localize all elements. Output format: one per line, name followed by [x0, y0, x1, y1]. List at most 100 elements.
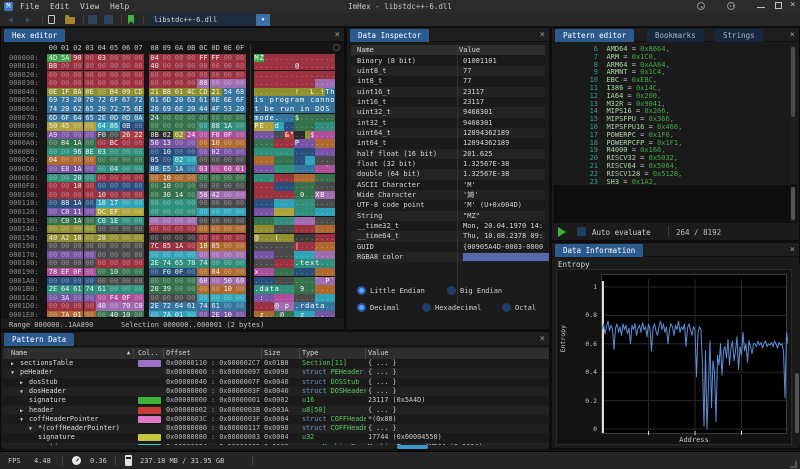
code-line[interactable]: 8 ARM64 = 0xAA64,	[554, 62, 797, 70]
hex-byte[interactable]: 00	[234, 199, 246, 207]
hex-byte[interactable]: 00	[84, 131, 96, 139]
hex-byte[interactable]: 75	[120, 105, 132, 113]
hex-byte[interactable]: 00	[120, 268, 132, 276]
inspector-row[interactable]: __time64_tThu, 10.08.2378 09:16	[351, 231, 545, 241]
hex-byte[interactable]: 00	[222, 217, 234, 225]
hex-byte[interactable]: 00	[149, 79, 161, 87]
hex-byte[interactable]: 00	[234, 122, 246, 130]
hex-byte[interactable]: 00	[173, 148, 185, 156]
hex-byte[interactable]: 00	[210, 165, 222, 173]
hex-byte[interactable]: 00	[96, 156, 108, 164]
data-info-scrollbar[interactable]	[794, 263, 800, 446]
hex-byte[interactable]: 00	[222, 225, 234, 233]
hex-byte[interactable]: E8	[59, 165, 71, 173]
hex-byte[interactable]: 20	[149, 285, 161, 293]
hex-byte[interactable]: 20	[149, 105, 161, 113]
hex-byte[interactable]: 69	[161, 105, 173, 113]
hex-byte[interactable]: 00	[59, 225, 71, 233]
hex-byte[interactable]: 00	[210, 62, 222, 70]
hex-byte[interactable]: 00	[47, 165, 59, 173]
inspector-row[interactable]: float (32 bit)1.32567E-38	[351, 159, 545, 169]
column-divider[interactable]	[457, 45, 458, 303]
hex-byte[interactable]: 4F	[210, 105, 222, 113]
hex-byte[interactable]: 00	[96, 165, 108, 173]
hex-byte[interactable]: 0F	[222, 131, 234, 139]
hex-byte[interactable]: 00	[197, 199, 209, 207]
hex-byte[interactable]: 00	[222, 79, 234, 87]
hex-byte[interactable]: 00	[149, 122, 161, 130]
hex-byte[interactable]: 0D	[120, 114, 132, 122]
hex-byte[interactable]: 00	[161, 217, 173, 225]
hex-byte[interactable]: 78	[185, 259, 197, 267]
hex-byte[interactable]: 00	[84, 268, 96, 276]
hex-byte[interactable]: 00	[173, 217, 185, 225]
hex-byte[interactable]: 00	[173, 208, 185, 216]
hex-byte[interactable]: 00	[84, 225, 96, 233]
hex-byte[interactable]: 6F	[108, 96, 120, 104]
hex-byte[interactable]: 00	[197, 131, 209, 139]
hex-byte[interactable]: 00	[84, 277, 96, 285]
hex-byte[interactable]: 00	[234, 156, 246, 164]
hex-byte[interactable]: 4C	[185, 88, 197, 96]
hex-byte[interactable]: 00	[222, 54, 234, 62]
hex-byte[interactable]: 00	[132, 71, 144, 79]
hex-ascii-char[interactable]: .	[330, 131, 335, 139]
hex-byte[interactable]: FF	[197, 54, 209, 62]
hex-byte[interactable]: 22	[132, 131, 144, 139]
hex-byte[interactable]: 00	[96, 71, 108, 79]
hex-byte[interactable]: 10	[71, 182, 83, 190]
hex-byte[interactable]: 00	[197, 174, 209, 182]
hex-ascii-char[interactable]: .	[330, 62, 335, 70]
hex-byte[interactable]: 00	[71, 191, 83, 199]
hex-byte[interactable]: 00	[185, 268, 197, 276]
hex-byte[interactable]: 00	[71, 71, 83, 79]
hex-byte[interactable]: 02	[210, 148, 222, 156]
hex-byte[interactable]: 13	[161, 139, 173, 147]
hex-byte[interactable]: 0F	[71, 268, 83, 276]
hex-byte[interactable]: 00	[59, 182, 71, 190]
hex-byte[interactable]: 14	[173, 191, 185, 199]
hex-byte[interactable]: 26	[120, 131, 132, 139]
hex-ascii-char[interactable]: .	[330, 302, 335, 310]
hex-byte[interactable]: 1A	[71, 165, 83, 173]
hex-byte[interactable]: BE	[84, 148, 96, 156]
decimal-radio[interactable]	[357, 303, 366, 312]
hex-ascii-char[interactable]: .	[330, 114, 335, 122]
hex-byte[interactable]: 18	[197, 242, 209, 250]
hex-byte[interactable]: CD	[197, 88, 209, 96]
hex-byte[interactable]: 00	[173, 114, 185, 122]
hex-byte[interactable]: 00	[108, 225, 120, 233]
hex-byte[interactable]: 00	[185, 114, 197, 122]
hex-byte[interactable]: 2E	[47, 285, 59, 293]
hex-byte[interactable]: 00	[197, 217, 209, 225]
hex-byte[interactable]: 00	[210, 156, 222, 164]
hex-byte[interactable]: 00	[132, 79, 144, 87]
hex-byte[interactable]: A2	[59, 234, 71, 242]
rgba-color-swatch[interactable]	[463, 253, 549, 261]
hex-byte[interactable]: 00	[47, 242, 59, 250]
hex-byte[interactable]: 10	[96, 191, 108, 199]
inspector-row[interactable]: uint16_t23117	[351, 87, 545, 97]
hex-byte[interactable]: 00	[47, 148, 59, 156]
hex-byte[interactable]: 72	[161, 302, 173, 310]
hex-byte[interactable]: 00	[132, 217, 144, 225]
hex-byte[interactable]: 00	[120, 208, 132, 216]
inspector-row[interactable]: uint32_t9468301	[351, 107, 545, 117]
hex-byte[interactable]: 00	[173, 139, 185, 147]
hex-byte[interactable]: 00	[96, 294, 108, 302]
hex-byte[interactable]: 00	[108, 148, 120, 156]
hex-ascii-char[interactable]: .	[330, 294, 335, 302]
hex-byte[interactable]: 24	[185, 131, 197, 139]
hex-byte[interactable]: 00	[108, 131, 120, 139]
hex-byte[interactable]: 00	[222, 62, 234, 70]
hex-byte[interactable]: 00	[185, 156, 197, 164]
hex-byte[interactable]: 00	[108, 285, 120, 293]
open-folder-icon[interactable]	[65, 17, 75, 24]
hex-byte[interactable]: 6E	[222, 96, 234, 104]
hex-byte[interactable]: B8	[47, 62, 59, 70]
inspector-row[interactable]: int64_t12894362189	[351, 138, 545, 148]
hex-byte[interactable]: 00	[47, 182, 59, 190]
hex-byte[interactable]: 00	[149, 148, 161, 156]
hex-byte[interactable]: 1A	[173, 165, 185, 173]
hex-byte[interactable]: 00	[149, 294, 161, 302]
